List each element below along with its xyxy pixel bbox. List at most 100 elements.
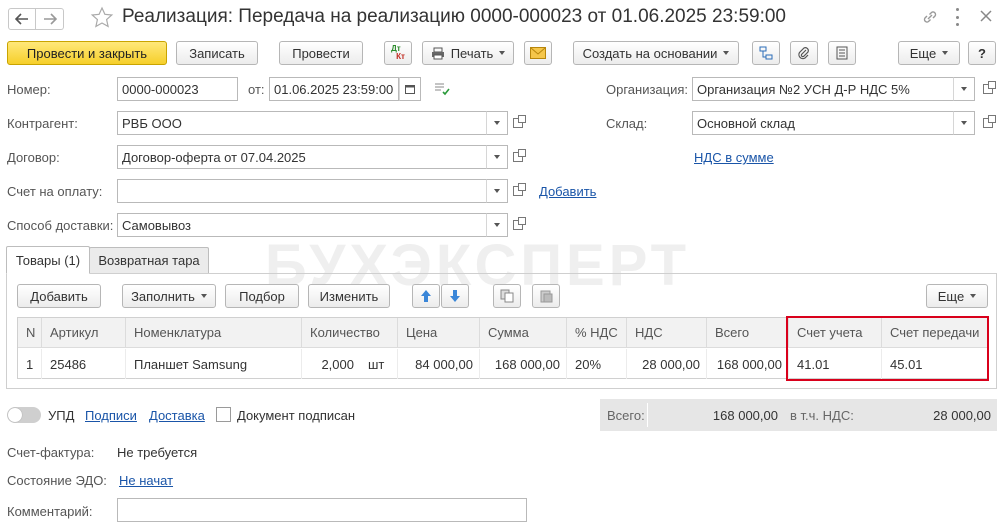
structure-button[interactable] bbox=[752, 41, 780, 65]
print-button[interactable]: Печать bbox=[422, 41, 514, 65]
organization-dropdown[interactable] bbox=[953, 77, 975, 101]
move-down-button[interactable] bbox=[441, 284, 469, 308]
delivery-method-open-button[interactable] bbox=[508, 213, 528, 237]
tab-returnable-packaging[interactable]: Возвратная тара bbox=[89, 247, 209, 273]
create-based-on-button[interactable]: Создать на основании bbox=[573, 41, 739, 65]
chevron-down-icon bbox=[494, 189, 500, 193]
attach-button[interactable] bbox=[790, 41, 818, 65]
date-label: от: bbox=[248, 82, 265, 97]
back-button[interactable] bbox=[8, 8, 36, 30]
delivery-method-dropdown[interactable] bbox=[486, 213, 508, 237]
edit-button[interactable]: Изменить bbox=[308, 284, 390, 308]
invoice-field[interactable] bbox=[117, 179, 487, 203]
chevron-down-icon bbox=[961, 121, 967, 125]
window-title: Реализация: Передача на реализацию 0000-… bbox=[122, 6, 786, 27]
organization-open-button[interactable] bbox=[978, 77, 998, 101]
delivery-method-field[interactable]: Самовывоз bbox=[117, 213, 487, 237]
number-field[interactable]: 0000-000023 bbox=[117, 77, 238, 101]
column-header-n[interactable]: N bbox=[18, 318, 42, 348]
edo-status-link[interactable]: Не начат bbox=[119, 473, 173, 488]
vat-total-label: в т.ч. НДС: bbox=[790, 408, 854, 423]
row-quantity[interactable]: 2,000 bbox=[302, 349, 360, 379]
chevron-down-icon bbox=[494, 155, 500, 159]
row-vat-rate[interactable]: 20% bbox=[567, 349, 627, 379]
row-item[interactable]: Планшет Samsung bbox=[126, 349, 302, 379]
tab-goods[interactable]: Товары (1) bbox=[6, 246, 90, 274]
open-icon bbox=[983, 115, 996, 128]
link-icon[interactable] bbox=[922, 9, 938, 28]
warehouse-dropdown[interactable] bbox=[953, 111, 975, 135]
post-and-close-button[interactable]: Провести и закрыть bbox=[7, 41, 167, 65]
save-button[interactable]: Записать bbox=[176, 41, 258, 65]
counterparty-dropdown[interactable] bbox=[486, 111, 508, 135]
toggle-knob bbox=[8, 408, 22, 422]
more-vertical-icon[interactable] bbox=[953, 8, 961, 26]
row-unit[interactable]: шт bbox=[360, 349, 398, 379]
arrow-left-icon bbox=[15, 13, 28, 25]
close-icon[interactable] bbox=[978, 8, 994, 27]
row-price[interactable]: 84 000,00 bbox=[398, 349, 480, 379]
row-vat[interactable]: 28 000,00 bbox=[627, 349, 707, 379]
row-sum[interactable]: 168 000,00 bbox=[480, 349, 567, 379]
column-header-vat[interactable]: НДС bbox=[627, 318, 707, 348]
open-icon bbox=[513, 115, 526, 128]
column-header-quantity[interactable]: Количество bbox=[302, 318, 398, 348]
vat-in-sum-link[interactable]: НДС в сумме bbox=[694, 150, 774, 165]
comment-field[interactable] bbox=[117, 498, 527, 522]
arrow-down-icon bbox=[450, 290, 460, 302]
hierarchy-icon bbox=[759, 46, 773, 60]
help-button[interactable]: ? bbox=[968, 41, 996, 65]
organization-field[interactable]: Организация №2 УСН Д-Р НДС 5% bbox=[692, 77, 954, 101]
invoice-dropdown[interactable] bbox=[486, 179, 508, 203]
delivery-method-label: Способ доставки: bbox=[7, 218, 114, 233]
move-up-button[interactable] bbox=[412, 284, 440, 308]
paste-icon bbox=[540, 290, 553, 303]
copy-row-button[interactable] bbox=[493, 284, 521, 308]
tax-invoice-label: Счет-фактура: bbox=[7, 445, 95, 460]
contract-open-button[interactable] bbox=[508, 145, 528, 169]
email-button[interactable] bbox=[524, 41, 552, 65]
report-button[interactable] bbox=[828, 41, 856, 65]
row-total[interactable]: 168 000,00 bbox=[707, 349, 789, 379]
invoice-label: Счет на оплату: bbox=[7, 184, 103, 199]
arrow-up-icon bbox=[421, 290, 431, 302]
table-more-button[interactable]: Еще bbox=[926, 284, 988, 308]
row-article[interactable]: 25486 bbox=[42, 349, 126, 379]
contract-dropdown[interactable] bbox=[486, 145, 508, 169]
contract-field[interactable]: Договор-оферта от 07.04.2025 bbox=[117, 145, 487, 169]
calendar-button[interactable] bbox=[399, 77, 421, 101]
add-row-button[interactable]: Добавить bbox=[17, 284, 101, 308]
counterparty-label: Контрагент: bbox=[7, 116, 78, 131]
favorite-star-icon[interactable] bbox=[90, 6, 114, 33]
fill-button[interactable]: Заполнить bbox=[122, 284, 216, 308]
column-header-vat-rate[interactable]: % НДС bbox=[567, 318, 627, 348]
signatures-link[interactable]: Подписи bbox=[85, 408, 137, 423]
more-button[interactable]: Еще bbox=[898, 41, 960, 65]
delivery-link[interactable]: Доставка bbox=[149, 408, 205, 423]
calendar-icon bbox=[405, 85, 415, 94]
post-button[interactable]: Провести bbox=[279, 41, 363, 65]
column-header-article[interactable]: Артикул bbox=[42, 318, 126, 348]
counterparty-field[interactable]: РВБ ООО bbox=[117, 111, 487, 135]
column-header-total[interactable]: Всего bbox=[707, 318, 789, 348]
date-field[interactable]: 01.06.2025 23:59:00 bbox=[269, 77, 399, 101]
warehouse-open-button[interactable] bbox=[978, 111, 998, 135]
column-header-price[interactable]: Цена bbox=[398, 318, 480, 348]
dt-kt-button[interactable]: Дт Кт bbox=[384, 41, 412, 65]
document-list-icon bbox=[836, 46, 848, 60]
column-header-sum[interactable]: Сумма bbox=[480, 318, 567, 348]
forward-button[interactable] bbox=[36, 8, 64, 30]
tax-invoice-value: Не требуется bbox=[117, 445, 198, 460]
selection-button[interactable]: Подбор bbox=[225, 284, 299, 308]
warehouse-field[interactable]: Основной склад bbox=[692, 111, 954, 135]
column-header-item[interactable]: Номенклатура bbox=[126, 318, 302, 348]
counterparty-open-button[interactable] bbox=[508, 111, 528, 135]
upd-toggle[interactable] bbox=[7, 407, 41, 423]
document-signed-checkbox[interactable] bbox=[216, 407, 231, 422]
related-docs-icon[interactable] bbox=[434, 82, 450, 99]
invoice-add-link[interactable]: Добавить bbox=[539, 184, 596, 199]
invoice-open-button[interactable] bbox=[508, 179, 528, 203]
upd-label: УПД bbox=[48, 408, 75, 423]
row-n: 1 bbox=[18, 349, 42, 379]
paste-row-button[interactable] bbox=[532, 284, 560, 308]
